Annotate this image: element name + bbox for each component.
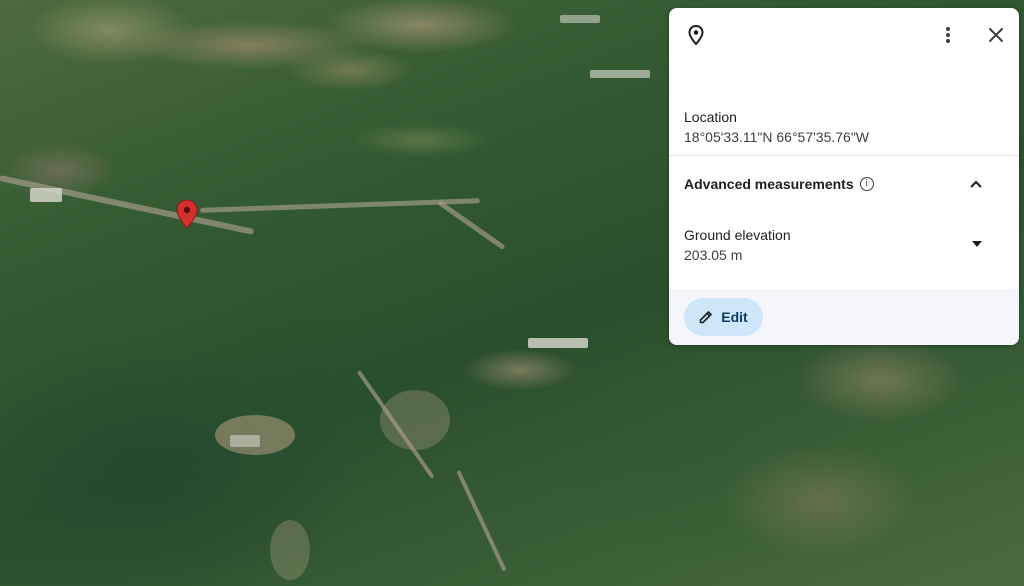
edit-button[interactable]: Edit [684, 298, 763, 336]
road [0, 175, 255, 235]
dropdown-arrow-icon[interactable] [967, 234, 987, 254]
panel-footer: Edit [669, 289, 1019, 345]
road [437, 200, 506, 250]
info-icon[interactable]: i [859, 177, 874, 191]
building [590, 70, 650, 78]
location-coordinates: 18°05'33.11"N 66°57'35.76"W [684, 129, 870, 145]
ground-elevation-label: Ground elevation [684, 227, 791, 243]
advanced-measurements-header[interactable]: Advanced measurements i [669, 168, 1019, 200]
measurement-panel: Location 18°05'33.11"N 66°57'35.76"W Adv… [669, 8, 1019, 345]
location-label: Location [684, 109, 737, 125]
ground-elevation-section: Ground elevation 203.05 m [684, 225, 791, 265]
edit-label: Edit [721, 309, 748, 325]
location-section: Location 18°05'33.11"N 66°57'35.76"W [684, 107, 869, 147]
map-pin-icon[interactable] [176, 199, 198, 229]
building [528, 338, 588, 348]
advanced-measurements-label: Advanced measurements [684, 176, 854, 192]
road [199, 198, 481, 213]
divider [669, 155, 1019, 156]
building [30, 188, 62, 202]
pencil-icon [699, 311, 713, 324]
building [230, 435, 260, 447]
road [456, 470, 507, 572]
clearing [380, 390, 450, 450]
location-pin-icon [685, 24, 707, 46]
clearing [270, 520, 310, 580]
building [560, 15, 600, 23]
more-vert-icon[interactable] [936, 23, 960, 47]
ground-elevation-value: 203.05 m [684, 247, 743, 263]
close-icon[interactable] [984, 23, 1008, 47]
chevron-up-icon[interactable] [970, 180, 982, 188]
